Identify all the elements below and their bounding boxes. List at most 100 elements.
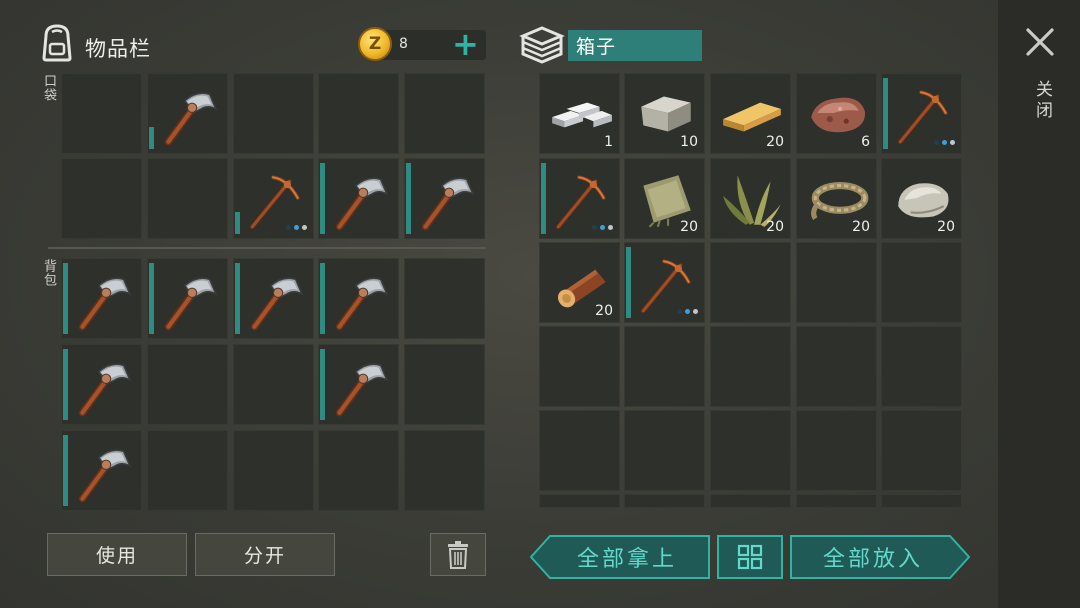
item-quantity: 6 xyxy=(861,134,870,150)
chest-title: 箱子 xyxy=(568,30,702,61)
backpack-slot[interactable] xyxy=(404,430,485,511)
backpack-slot[interactable] xyxy=(233,344,314,425)
trash-button[interactable] xyxy=(430,533,486,576)
chest-slot[interactable] xyxy=(881,494,962,508)
chest-slot[interactable] xyxy=(624,494,705,508)
coin-count: 8 xyxy=(399,36,408,52)
chest-slot[interactable] xyxy=(796,410,877,491)
add-coin-button[interactable]: + xyxy=(452,28,479,60)
pocket-label: 口袋 xyxy=(41,74,56,102)
chest-slot[interactable]: 10 xyxy=(624,73,705,154)
chest-slot[interactable] xyxy=(539,410,620,491)
use-button[interactable]: 使用 xyxy=(47,533,187,576)
item-quantity: 10 xyxy=(680,134,698,150)
chest-slot[interactable] xyxy=(881,410,962,491)
chest-slot[interactable] xyxy=(881,326,962,407)
chest-slot[interactable] xyxy=(710,410,791,491)
pocket-slot[interactable] xyxy=(318,158,399,239)
item-quantity: 20 xyxy=(766,134,784,150)
sort-button[interactable] xyxy=(717,535,783,579)
hammer-icon xyxy=(327,351,393,421)
chest-slot[interactable]: 1 xyxy=(539,73,620,154)
item-quantity: 20 xyxy=(766,219,784,235)
item-quantity: 20 xyxy=(852,219,870,235)
hammer-icon xyxy=(327,265,393,335)
backpack-slot[interactable] xyxy=(318,258,399,339)
backpack-slot[interactable] xyxy=(61,258,142,339)
item-quantity: 1 xyxy=(604,134,613,150)
hammer-icon xyxy=(156,80,222,150)
durability-dots xyxy=(677,309,698,314)
hammer-icon xyxy=(327,165,393,235)
take-all-button[interactable]: 全部拿上 xyxy=(530,535,710,579)
backpack-slot[interactable] xyxy=(147,344,228,425)
chest-slot[interactable] xyxy=(539,158,620,239)
hammer-icon xyxy=(156,265,222,335)
pocket-slot[interactable] xyxy=(404,73,485,154)
chest-slot[interactable] xyxy=(796,326,877,407)
close-button[interactable]: 关闭 xyxy=(1030,80,1055,122)
pocket-slot[interactable] xyxy=(61,73,142,154)
pocket-slot[interactable] xyxy=(233,158,314,239)
item-quantity: 20 xyxy=(595,303,613,319)
chest-slot[interactable]: 6 xyxy=(796,73,877,154)
chest-slot[interactable] xyxy=(624,326,705,407)
chest-slot[interactable]: 20 xyxy=(710,158,791,239)
hammer-icon xyxy=(242,265,308,335)
backpack-icon xyxy=(38,22,78,62)
hammer-icon xyxy=(413,165,479,235)
chest-icon xyxy=(519,24,565,68)
split-button[interactable]: 分开 xyxy=(195,533,335,576)
inventory-title: 物品栏 xyxy=(85,37,151,61)
chest-slot[interactable] xyxy=(796,242,877,323)
hammer-icon xyxy=(70,351,136,421)
backpack-slot[interactable] xyxy=(61,430,142,511)
chest-slot[interactable]: 20 xyxy=(796,158,877,239)
put-all-button[interactable]: 全部放入 xyxy=(790,535,970,579)
chest-slot[interactable] xyxy=(710,494,791,508)
coin-icon: Z xyxy=(358,27,392,61)
chest-slot[interactable]: 20 xyxy=(624,158,705,239)
hammer-icon xyxy=(70,265,136,335)
item-quantity: 20 xyxy=(937,219,955,235)
take-all-label: 全部拿上 xyxy=(576,547,677,572)
close-icon[interactable] xyxy=(1024,26,1056,65)
chest-slot[interactable]: 20 xyxy=(539,242,620,323)
chest-slot[interactable] xyxy=(710,326,791,407)
backpack-slot[interactable] xyxy=(233,430,314,511)
backpack-label: 背包 xyxy=(41,259,56,287)
chest-slot[interactable] xyxy=(796,494,877,508)
chest-slot[interactable]: 20 xyxy=(881,158,962,239)
backpack-slot[interactable] xyxy=(318,344,399,425)
section-divider xyxy=(48,247,486,249)
item-quantity: 20 xyxy=(680,219,698,235)
chest-slot[interactable] xyxy=(539,326,620,407)
hammer-icon xyxy=(70,437,136,507)
chest-slot[interactable] xyxy=(710,242,791,323)
pocket-slot[interactable] xyxy=(404,158,485,239)
pocket-slot[interactable] xyxy=(147,73,228,154)
pocket-slot[interactable] xyxy=(233,73,314,154)
backpack-slot[interactable] xyxy=(233,258,314,339)
chest-slot[interactable] xyxy=(881,242,962,323)
backpack-slot[interactable] xyxy=(147,258,228,339)
backpack-slot[interactable] xyxy=(404,258,485,339)
chest-slot[interactable] xyxy=(624,242,705,323)
durability-dots xyxy=(286,225,307,230)
backpack-slot[interactable] xyxy=(318,430,399,511)
trash-icon xyxy=(448,540,468,569)
pocket-slot[interactable] xyxy=(318,73,399,154)
durability-dots xyxy=(592,225,613,230)
chest-slot[interactable] xyxy=(539,494,620,508)
durability-dots xyxy=(934,140,955,145)
pocket-slot[interactable] xyxy=(61,158,142,239)
chest-slot[interactable] xyxy=(881,73,962,154)
backpack-slot[interactable] xyxy=(147,430,228,511)
backpack-slot[interactable] xyxy=(61,344,142,425)
sort-grid-icon xyxy=(737,544,763,570)
chest-slot[interactable]: 20 xyxy=(710,73,791,154)
chest-slot[interactable] xyxy=(624,410,705,491)
pocket-slot[interactable] xyxy=(147,158,228,239)
backpack-slot[interactable] xyxy=(404,344,485,425)
put-all-label: 全部放入 xyxy=(822,547,923,572)
